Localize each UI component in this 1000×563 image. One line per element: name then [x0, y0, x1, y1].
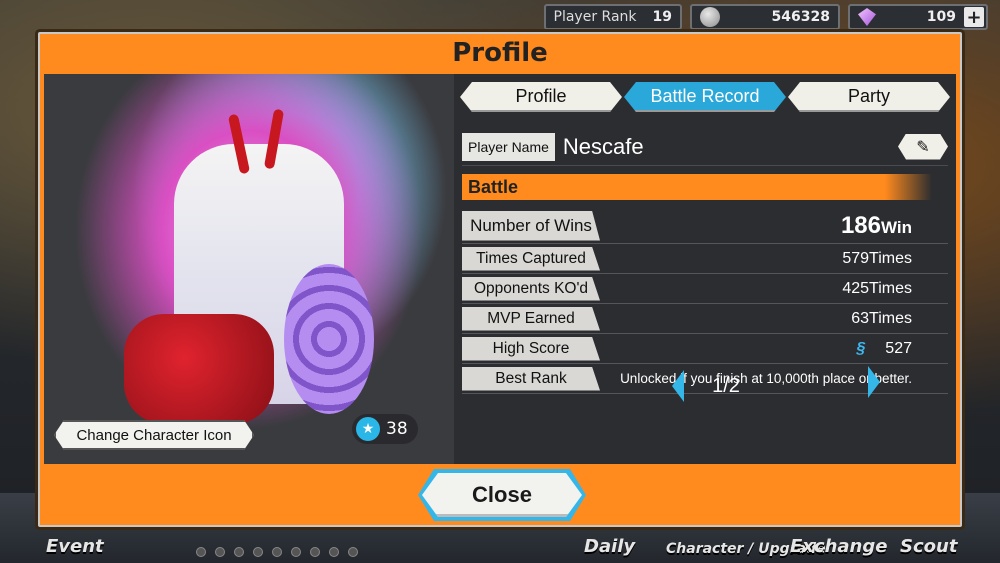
player-rank-label: Player Rank [553, 9, 637, 25]
stat-label: High Score [462, 337, 600, 361]
prev-page-arrow-icon[interactable] [672, 370, 685, 402]
stat-row-ko: Opponents KO'd 425Times [462, 274, 948, 304]
carousel-dot[interactable] [329, 547, 339, 557]
high-score-value: 527 [885, 339, 912, 357]
change-character-icon-button[interactable]: Change Character Icon [54, 420, 254, 450]
gem-icon [858, 8, 876, 26]
nav-exchange[interactable]: Exchange [790, 536, 887, 557]
pen-icon: ✎ [916, 137, 930, 156]
wins-count: 186 [840, 211, 881, 239]
stat-label: Number of Wins [462, 211, 600, 241]
close-button[interactable]: Close [422, 473, 582, 517]
score-icon: § [856, 339, 866, 357]
carousel-dot[interactable] [291, 547, 301, 557]
carousel-dot[interactable] [215, 547, 225, 557]
tab-profile[interactable]: Profile [460, 82, 622, 112]
battle-section-header: Battle [462, 174, 932, 200]
stat-row-high-score: High Score § 527 [462, 334, 948, 364]
carousel-dots [196, 547, 358, 557]
coin-icon [700, 7, 720, 27]
character-portrait: ★ 38 Change Character Icon [44, 74, 454, 464]
gem-count: 109 [926, 9, 956, 25]
dialog-title: Profile [452, 38, 548, 68]
coin-pill: 546328 [690, 4, 840, 30]
stat-value: 186Win [841, 212, 948, 240]
tab-battle-record[interactable]: Battle Record [624, 82, 786, 112]
stat-value: 425Times [842, 279, 912, 297]
page-indicator: 1/2 [712, 374, 740, 397]
coin-count: 546328 [771, 9, 830, 25]
character-level-badge: ★ 38 [352, 414, 418, 444]
character-pants [124, 314, 274, 424]
nav-event[interactable]: Event [46, 536, 104, 557]
player-rank-value: 19 [652, 9, 672, 25]
gem-pill: 109 + [848, 4, 988, 30]
stat-row-captured: Times Captured 579Times [462, 244, 948, 274]
player-rank-pill: Player Rank 19 [543, 4, 682, 30]
profile-dialog: Profile ★ 38 Change Character Icon Profi… [38, 32, 962, 527]
player-name-row: Player Name Nescafe ✎ [462, 128, 948, 166]
profile-tabs: Profile Battle Record Party [460, 82, 950, 112]
nav-daily[interactable]: Daily [584, 536, 635, 557]
character-beads [284, 264, 374, 414]
dialog-body: ★ 38 Change Character Icon Profile Battl… [44, 74, 956, 464]
carousel-dot[interactable] [234, 547, 244, 557]
add-gems-button[interactable]: + [964, 7, 984, 28]
stat-value: 579Times [842, 249, 912, 267]
stat-row-wins: Number of Wins 186Win [462, 208, 948, 244]
wins-unit: Win [880, 217, 912, 237]
character-level: 38 [386, 419, 408, 439]
edit-name-button[interactable]: ✎ [898, 134, 948, 160]
battle-record-panel: Profile Battle Record Party Player Name … [456, 74, 956, 464]
stat-label: Opponents KO'd [462, 277, 600, 301]
carousel-dot[interactable] [196, 547, 206, 557]
stat-value: § 527 [856, 340, 948, 358]
stat-label: Times Captured [462, 247, 600, 271]
level-star-icon: ★ [356, 417, 380, 441]
record-pager: 1/2 [456, 366, 956, 406]
next-page-arrow-icon[interactable] [868, 366, 880, 398]
top-status-bar: Player Rank 19 546328 109 + [543, 4, 988, 30]
tab-party[interactable]: Party [788, 82, 950, 112]
nav-scout[interactable]: Scout [900, 536, 957, 557]
stat-row-mvp: MVP Earned 63Times [462, 304, 948, 334]
stat-value: 63Times [851, 309, 912, 327]
carousel-dot[interactable] [253, 547, 263, 557]
carousel-dot[interactable] [348, 547, 358, 557]
carousel-dot[interactable] [272, 547, 282, 557]
player-name-value: Nescafe [562, 133, 644, 159]
stat-label: MVP Earned [462, 307, 600, 331]
carousel-dot[interactable] [310, 547, 320, 557]
player-name-label: Player Name [462, 132, 555, 161]
